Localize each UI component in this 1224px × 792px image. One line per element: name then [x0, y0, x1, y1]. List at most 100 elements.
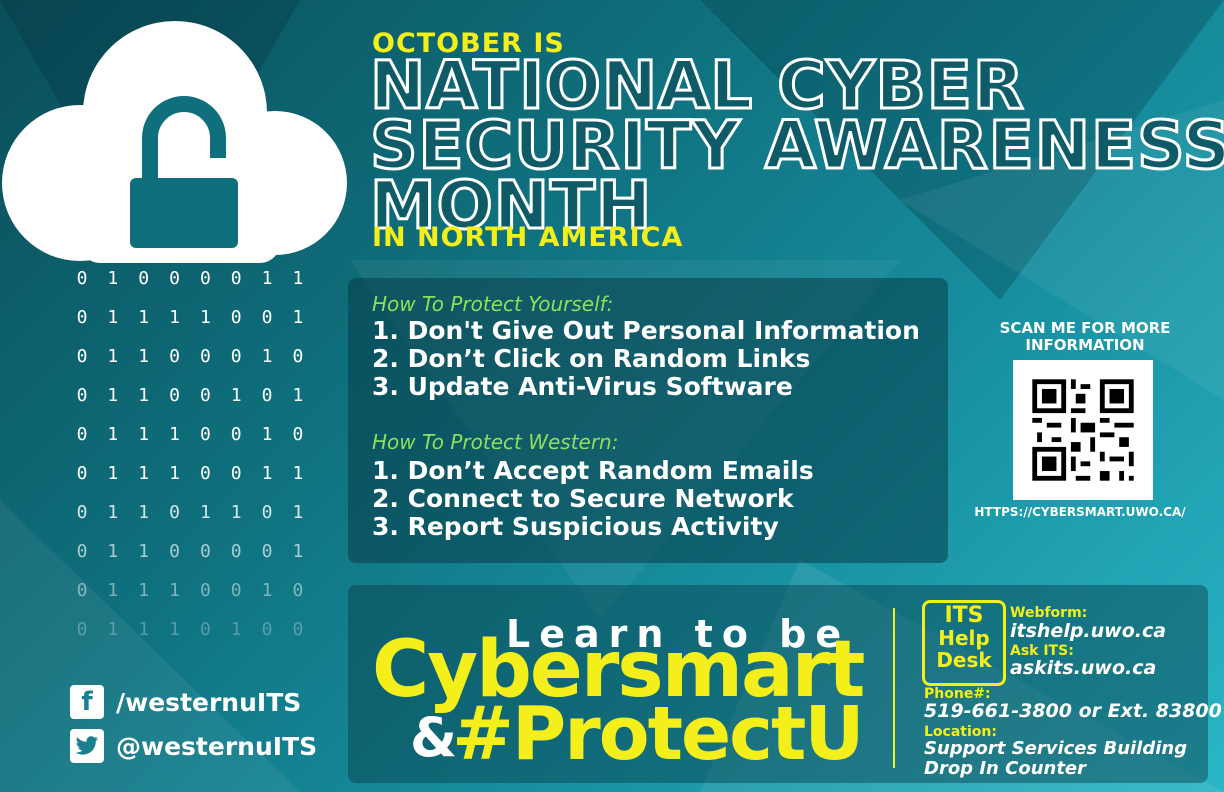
binary-row: 01110011 [70, 463, 310, 502]
binary-digit: 1 [107, 502, 119, 523]
twitter-handle: @westernuITS [116, 731, 318, 761]
binary-digit: 1 [169, 463, 180, 484]
binary-digit: 0 [76, 307, 88, 328]
binary-row: 01110100 [70, 619, 310, 658]
list-item: 1. Don’t Accept Random Emails [372, 456, 814, 485]
binary-digit: 0 [199, 463, 211, 484]
binary-digit: 0 [261, 619, 273, 640]
binary-digit: 0 [230, 307, 242, 328]
binary-digit: 1 [107, 619, 119, 640]
binary-digit: 1 [107, 307, 119, 328]
binary-row: 01101101 [70, 502, 310, 541]
webform-label: Webform: [1010, 605, 1088, 621]
binary-digit: 0 [199, 424, 211, 445]
binary-digit: 0 [292, 580, 304, 601]
binary-digit: 1 [107, 385, 119, 406]
binary-digit: 1 [169, 424, 180, 445]
binary-digit: 0 [230, 463, 242, 484]
logo-help: Help [938, 626, 990, 650]
social-links: f /westernuITS @westernuITS [70, 680, 317, 768]
binary-digit: 0 [169, 502, 180, 523]
list-item: 2. Connect to Secure Network [372, 484, 794, 513]
facebook-handle: /westernuITS [116, 687, 302, 717]
binary-digit: 0 [292, 346, 304, 367]
binary-digit: 1 [138, 307, 150, 328]
binary-digit: 1 [261, 268, 273, 289]
binary-digit: 0 [261, 307, 273, 328]
binary-digit: 0 [76, 580, 88, 601]
binary-digit: 1 [107, 424, 119, 445]
binary-digit: 0 [199, 346, 211, 367]
binary-digit: 1 [261, 580, 273, 601]
ampersand: & [410, 706, 458, 769]
binary-digit: 0 [138, 268, 150, 289]
qr-code[interactable] [1013, 360, 1153, 500]
phone-value: 519-661-3800 or Ext. 83800 [924, 700, 1222, 722]
ask-its-link[interactable]: askits.uwo.ca [1010, 657, 1156, 679]
binary-digit: 1 [230, 385, 242, 406]
binary-row: 01000011 [70, 268, 310, 307]
scan-me-label: SCAN ME FOR MORE INFORMATION [999, 319, 1171, 354]
binary-digit: 0 [199, 268, 211, 289]
binary-digit: 1 [169, 307, 180, 328]
binary-digit: 1 [107, 268, 119, 289]
binary-digit: 1 [261, 463, 273, 484]
binary-digit: 1 [261, 346, 273, 367]
qr-code-icon [1013, 360, 1153, 500]
binary-digit: 0 [76, 502, 88, 523]
binary-digit: 1 [169, 580, 180, 601]
binary-digit: 1 [138, 502, 150, 523]
twitter-link[interactable]: @westernuITS [70, 724, 317, 768]
binary-digit: 0 [76, 268, 88, 289]
binary-column: 0100001101111001011000100110010101110010… [70, 268, 310, 658]
binary-digit: 0 [230, 268, 242, 289]
protect-panel: How To Protect Yourself: 1. Don't Give O… [348, 278, 948, 563]
twitter-icon [70, 729, 104, 763]
qr-url[interactable]: HTTPS://CYBERSMART.UWO.CA/ [960, 505, 1200, 519]
binary-digit: 0 [261, 502, 273, 523]
binary-digit: 0 [76, 385, 88, 406]
cloud-lock-icon [2, 21, 347, 263]
webform-link[interactable]: itshelp.uwo.ca [1010, 620, 1166, 642]
binary-row: 01111001 [70, 307, 310, 346]
list-item: 2. Don’t Click on Random Links [372, 344, 811, 373]
its-help-desk-logo: ITS Help Desk [922, 600, 1006, 686]
binary-digit: 1 [292, 463, 304, 484]
binary-digit: 0 [261, 541, 273, 562]
binary-digit: 1 [107, 346, 119, 367]
binary-digit: 0 [292, 619, 304, 640]
protect-western-heading: How To Protect Western: [372, 430, 619, 454]
list-item: 3. Update Anti-Virus Software [372, 372, 793, 401]
binary-digit: 1 [169, 619, 180, 640]
binary-digit: 1 [138, 619, 150, 640]
binary-row: 01110010 [70, 580, 310, 619]
binary-digit: 0 [199, 619, 211, 640]
binary-digit: 0 [230, 580, 242, 601]
binary-digit: 0 [169, 385, 180, 406]
list-item: 3. Report Suspicious Activity [372, 512, 779, 541]
binary-digit: 1 [292, 502, 304, 523]
location-value-2: Drop In Counter [924, 758, 1087, 779]
binary-digit: 0 [199, 580, 211, 601]
binary-digit: 0 [169, 541, 180, 562]
binary-digit: 0 [169, 346, 180, 367]
binary-digit: 1 [138, 385, 150, 406]
divider [893, 608, 895, 768]
protect-yourself-heading: How To Protect Yourself: [372, 292, 614, 316]
binary-digit: 1 [292, 268, 304, 289]
binary-digit: 0 [230, 346, 242, 367]
binary-digit: 0 [76, 463, 88, 484]
binary-digit: 1 [261, 424, 273, 445]
binary-digit: 1 [138, 580, 150, 601]
binary-digit: 1 [292, 385, 304, 406]
binary-digit: 0 [169, 268, 180, 289]
binary-digit: 0 [76, 424, 88, 445]
binary-digit: 1 [107, 541, 119, 562]
binary-digit: 0 [199, 541, 211, 562]
binary-digit: 0 [261, 385, 273, 406]
binary-digit: 1 [199, 502, 211, 523]
binary-digit: 1 [230, 619, 242, 640]
binary-digit: 1 [138, 541, 150, 562]
binary-row: 01110010 [70, 424, 310, 463]
facebook-link[interactable]: f /westernuITS [70, 680, 317, 724]
